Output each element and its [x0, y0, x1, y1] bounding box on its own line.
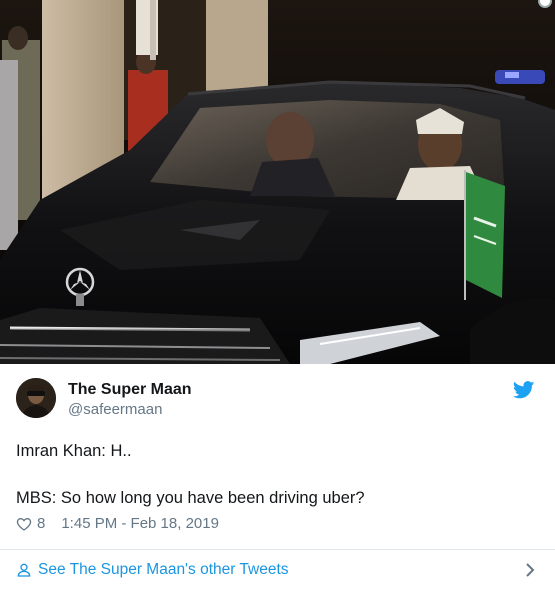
twitter-bird-icon[interactable] — [513, 381, 535, 399]
person-icon — [17, 563, 31, 577]
heart-icon[interactable] — [16, 516, 32, 532]
tweet-meta: 8 1:45 PM - Feb 18, 2019 — [16, 515, 219, 532]
tweet-text-line: Imran Khan: H.. — [16, 442, 132, 460]
tweet-text-line: MBS: So how long you have been driving u… — [16, 489, 365, 507]
car-photo-illustration — [0, 0, 555, 364]
author-handle[interactable]: @safeermaan — [68, 401, 162, 418]
tweet-timestamp[interactable]: 1:45 PM - Feb 18, 2019 — [61, 515, 219, 532]
see-other-tweets-label[interactable]: See The Super Maan's other Tweets — [38, 561, 289, 579]
chevron-right-icon[interactable] — [525, 562, 535, 578]
tweet-header: The Super Maan @safeermaan — [16, 378, 539, 422]
tweet-photo[interactable] — [0, 0, 555, 364]
tweet-text: Imran Khan: H.. MBS: So how long you hav… — [16, 440, 536, 509]
like-count[interactable]: 8 — [37, 515, 45, 532]
see-other-tweets-link[interactable]: See The Super Maan's other Tweets — [0, 550, 555, 590]
author-name[interactable]: The Super Maan — [68, 381, 192, 399]
avatar[interactable] — [16, 378, 56, 418]
